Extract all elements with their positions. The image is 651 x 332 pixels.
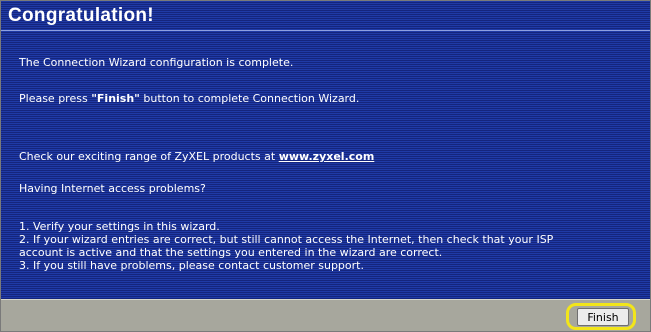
completion-message: The Connection Wizard configuration is c… xyxy=(19,56,294,69)
products-message: Check our exciting range of ZyXEL produc… xyxy=(19,150,374,163)
access-problems-heading: Having Internet access problems? xyxy=(19,182,206,195)
wizard-panel: Congratulation! The Connection Wizard co… xyxy=(0,0,651,332)
tip-line-3: account is active and that the settings … xyxy=(19,246,443,259)
zyxel-website-link[interactable]: www.zyxel.com xyxy=(279,150,375,163)
finish-instruction-bold: "Finish" xyxy=(91,92,140,105)
tip-line-2: 2. If your wizard entries are correct, b… xyxy=(19,233,554,246)
page-title: Congratulation! xyxy=(8,5,154,26)
tip-line-4: 3. If you still have problems, please co… xyxy=(19,259,364,272)
finish-instruction: Please press "Finish" button to complete… xyxy=(19,92,359,105)
finish-button[interactable]: Finish xyxy=(577,308,629,326)
title-divider xyxy=(1,30,650,31)
tip-line-1: 1. Verify your settings in this wizard. xyxy=(19,220,220,233)
button-bar: Finish xyxy=(1,299,650,331)
products-message-prefix: Check our exciting range of ZyXEL produc… xyxy=(19,150,279,163)
finish-instruction-suffix: button to complete Connection Wizard. xyxy=(139,92,360,105)
finish-instruction-prefix: Please press xyxy=(19,92,92,105)
